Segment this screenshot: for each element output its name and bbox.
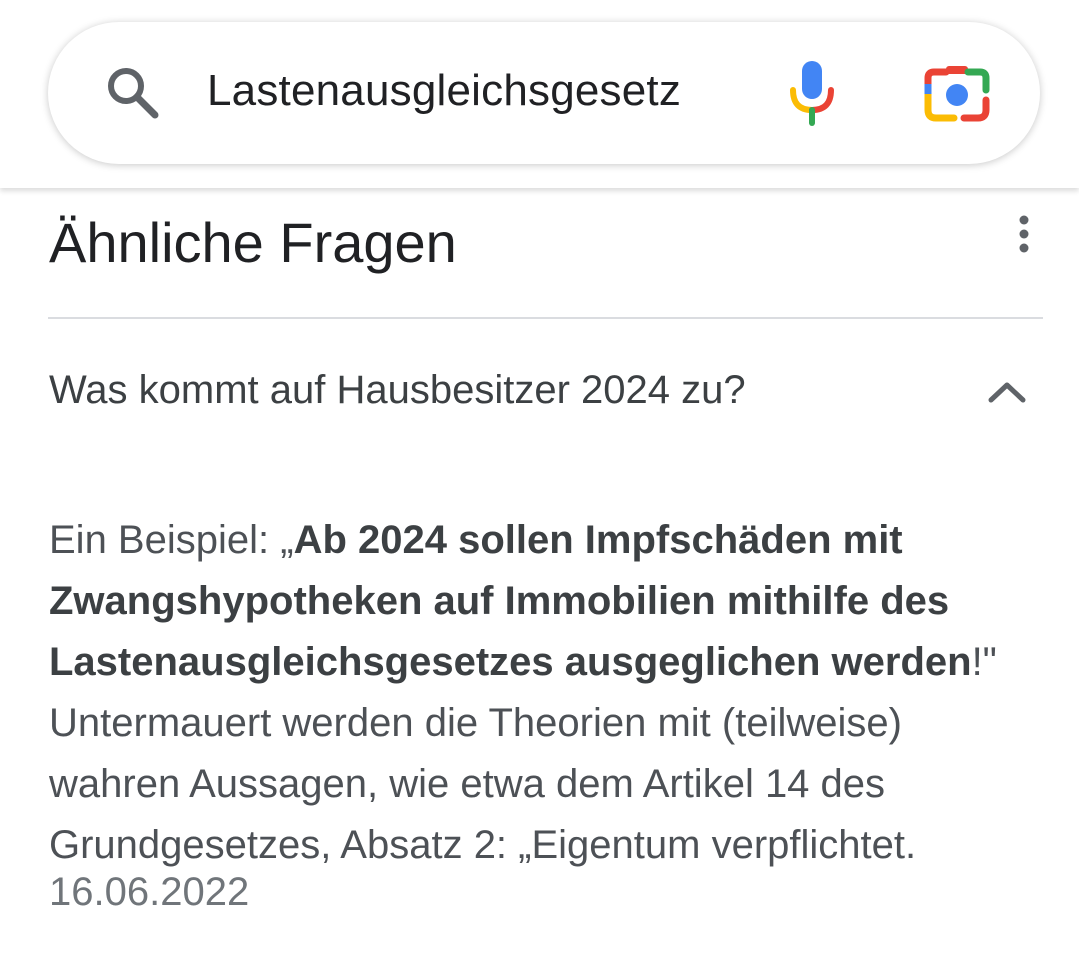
more-vert-icon[interactable] — [1008, 214, 1040, 254]
chevron-up-icon[interactable] — [986, 378, 1028, 406]
search-header: Lastenausgleichsgesetz — [0, 0, 1079, 188]
section-title: Ähnliche Fragen — [49, 211, 457, 274]
divider — [48, 317, 1043, 319]
answer-snippet: Ein Beispiel: „Ab 2024 sollen Impfschäde… — [49, 510, 1039, 876]
question-row[interactable]: Was kommt auf Hausbesitzer 2024 zu? — [0, 348, 1079, 438]
search-input[interactable]: Lastenausgleichsgesetz — [207, 66, 681, 116]
question-text: Was kommt auf Hausbesitzer 2024 zu? — [49, 368, 746, 412]
answer-prefix: Ein Beispiel: „ — [49, 518, 294, 562]
mic-icon[interactable] — [785, 60, 839, 126]
related-questions-section: Ähnliche Fragen Was kommt auf Hausbesitz… — [0, 188, 1079, 969]
answer-date: 16.06.2022 — [49, 870, 250, 914]
search-icon[interactable] — [104, 64, 160, 120]
camera-lens-icon[interactable] — [924, 64, 990, 122]
